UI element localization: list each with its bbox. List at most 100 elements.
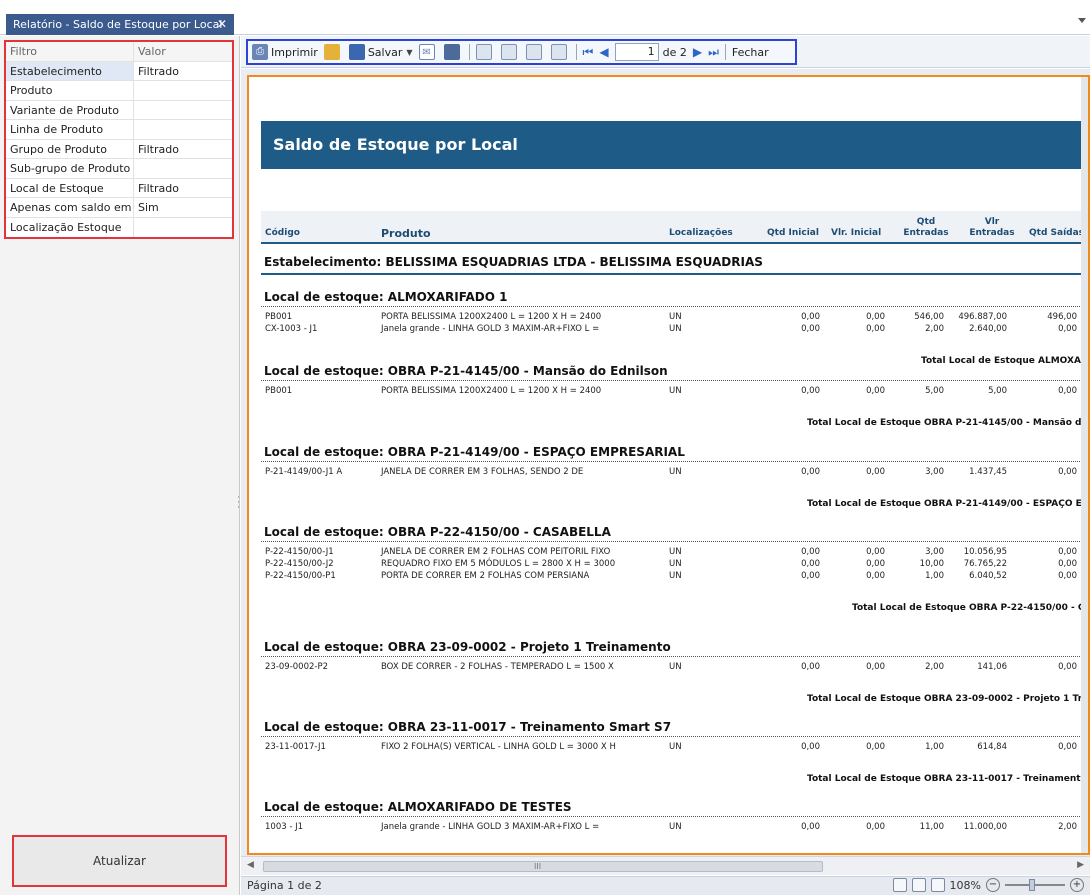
cell-codigo: P-22-4150/00-J1 (265, 547, 334, 557)
filter-col-header[interactable]: Filtro (6, 42, 134, 61)
cell-vi: 0,00 (866, 547, 885, 557)
zoom-out-icon[interactable]: − (986, 878, 1000, 892)
cell-vi: 0,00 (866, 662, 885, 672)
zoom-in-icon[interactable]: + (1070, 878, 1084, 892)
divider (261, 306, 1088, 307)
filter-value[interactable] (134, 120, 232, 139)
filter-row[interactable]: Estabelecimento Filtrado (6, 61, 232, 81)
divider (261, 273, 1088, 275)
folder-icon (323, 44, 340, 60)
cell-codigo: P-21-4149/00-J1 A (265, 467, 343, 477)
filter-grid-header: Filtro Valor (6, 42, 232, 62)
find-button[interactable] (443, 42, 463, 62)
filter-value[interactable] (134, 81, 232, 100)
document-map-button[interactable] (475, 42, 495, 62)
toolbar-separator (724, 44, 726, 60)
report-toolbar: ⎙ Imprimir Salvar ▼ ✉ ⏮ ◀ 1 de 2 ▶ ⏭ Fec… (246, 39, 797, 65)
table-row: P-21-4149/00-J1 A JANELA DE CORRER EM 3 F… (261, 467, 1088, 479)
prev-page-button[interactable]: ◀ (599, 42, 608, 62)
filter-row[interactable]: Localização Estoque (6, 217, 232, 238)
cell-qe: 3,00 (925, 467, 944, 477)
filter-name: Produto (6, 81, 134, 100)
zoom-slider[interactable] (1005, 879, 1065, 891)
close-icon[interactable]: ✕ (217, 14, 227, 35)
table-row: 1003 - J1 Janela grande - LINHA GOLD 3 MA… (261, 822, 1088, 834)
splitter-handle[interactable]: · · · (237, 494, 240, 516)
filter-row[interactable]: Linha de Produto (6, 120, 232, 140)
edit-button[interactable] (525, 42, 545, 62)
open-button[interactable] (323, 42, 343, 62)
table-row: P-22-4150/00-J2 REQUADRO FIXO EM 5 MÓDULO… (261, 559, 1088, 571)
filter-row[interactable]: Grupo de Produto Filtrado (6, 139, 232, 159)
zoom-slider-thumb[interactable] (1029, 879, 1035, 891)
filter-value[interactable]: Filtrado (134, 62, 232, 81)
cell-produto: Janela grande - LINHA GOLD 3 MAXIM-AR+FI… (381, 822, 600, 832)
cell-loc: UN (669, 324, 682, 334)
filter-row[interactable]: Local de Estoque Filtrado (6, 178, 232, 198)
table-row: P-22-4150/00-J1 JANELA DE CORRER EM 2 FOL… (261, 547, 1088, 559)
horizontal-scrollbar[interactable]: ◀ III ▶ (241, 856, 1090, 875)
save-button[interactable]: Salvar ▼ (348, 42, 413, 62)
cell-qs: 0,00 (1058, 559, 1077, 569)
filter-row[interactable]: Variante de Produto (6, 100, 232, 120)
print-label: Imprimir (271, 45, 318, 59)
print-button[interactable]: ⎙ Imprimir (252, 42, 318, 62)
print-layout-icon[interactable] (892, 878, 907, 892)
divider (261, 380, 1088, 381)
filter-value[interactable]: Filtrado (134, 140, 232, 159)
filter-grid: Filtro Valor Estabelecimento Filtrado Pro… (4, 40, 234, 239)
email-button[interactable]: ✉ (418, 42, 438, 62)
cell-codigo: P-22-4150/00-P1 (265, 571, 336, 581)
next-page-button[interactable]: ▶ (693, 42, 702, 62)
refresh-button[interactable]: Atualizar (12, 835, 227, 887)
parameters-button[interactable] (500, 42, 520, 62)
scroll-left-icon[interactable]: ◀ (247, 860, 254, 870)
last-page-button[interactable]: ⏭ (708, 42, 719, 62)
cell-qe: 2,00 (925, 324, 944, 334)
tab-report[interactable]: Relatório - Saldo de Estoque por Local ✕ (6, 14, 234, 35)
cell-codigo: CX-1003 - J1 (265, 324, 318, 334)
scroll-thumb[interactable]: III (263, 861, 823, 872)
cell-loc: UN (669, 742, 682, 752)
cell-produto: FIXO 2 FOLHA(S) VERTICAL - LINHA GOLD L … (381, 742, 616, 752)
page-layout-icon[interactable] (911, 878, 926, 892)
multi-page-icon[interactable] (930, 878, 945, 892)
cell-loc: UN (669, 547, 682, 557)
filter-value[interactable] (134, 218, 232, 238)
filter-row[interactable]: Produto (6, 81, 232, 101)
scroll-right-icon[interactable]: ▶ (1077, 860, 1084, 870)
cell-qs: 2,00 (1058, 822, 1077, 832)
page-number-input[interactable]: 1 (614, 43, 659, 61)
col-vlr-entradas: Vlr Entradas (969, 217, 1015, 238)
first-page-icon: ⏮ (582, 44, 594, 59)
group-total: Total Local de Estoque OBRA 23-11-0017 -… (807, 774, 1088, 784)
value-col-header[interactable]: Valor (134, 42, 232, 61)
estabelecimento-title: Estabelecimento: BELISSIMA ESQUADRIAS LT… (264, 255, 763, 269)
filter-value[interactable] (134, 101, 232, 120)
filter-value[interactable]: Filtrado (134, 179, 232, 198)
cell-qe: 3,00 (925, 547, 944, 557)
cell-vi: 0,00 (866, 822, 885, 832)
save-label: Salvar (367, 45, 403, 59)
stock-location-title: Local de estoque: OBRA 23-11-0017 - Trei… (264, 720, 672, 734)
tab-title: Relatório - Saldo de Estoque por Local (13, 18, 223, 31)
chevron-down-icon[interactable] (1078, 18, 1086, 23)
filter-row[interactable]: Sub-grupo de Produto (6, 159, 232, 179)
cell-qi: 0,00 (801, 662, 820, 672)
close-report-button[interactable]: Fechar (732, 42, 769, 62)
cell-ve: 76.765,22 (963, 559, 1007, 569)
divider (261, 656, 1088, 657)
first-page-button[interactable]: ⏮ (583, 42, 594, 62)
cell-ve: 614,84 (977, 742, 1007, 752)
filter-value[interactable]: Sim (134, 198, 232, 217)
group-total: Total Local de Estoque ALMOXARIFADO 1 (921, 356, 1088, 366)
divider (261, 816, 1088, 817)
cell-qs: 0,00 (1058, 571, 1077, 581)
vertical-scrollbar[interactable] (1081, 77, 1088, 853)
cell-qi: 0,00 (801, 559, 820, 569)
cell-loc: UN (669, 559, 682, 569)
group-total: Total Local de Estoque OBRA 23-09-0002 -… (807, 694, 1088, 704)
page-setup-button[interactable] (550, 42, 570, 62)
filter-value[interactable] (134, 159, 232, 178)
filter-row[interactable]: Apenas com saldo em ... Sim (6, 198, 232, 218)
